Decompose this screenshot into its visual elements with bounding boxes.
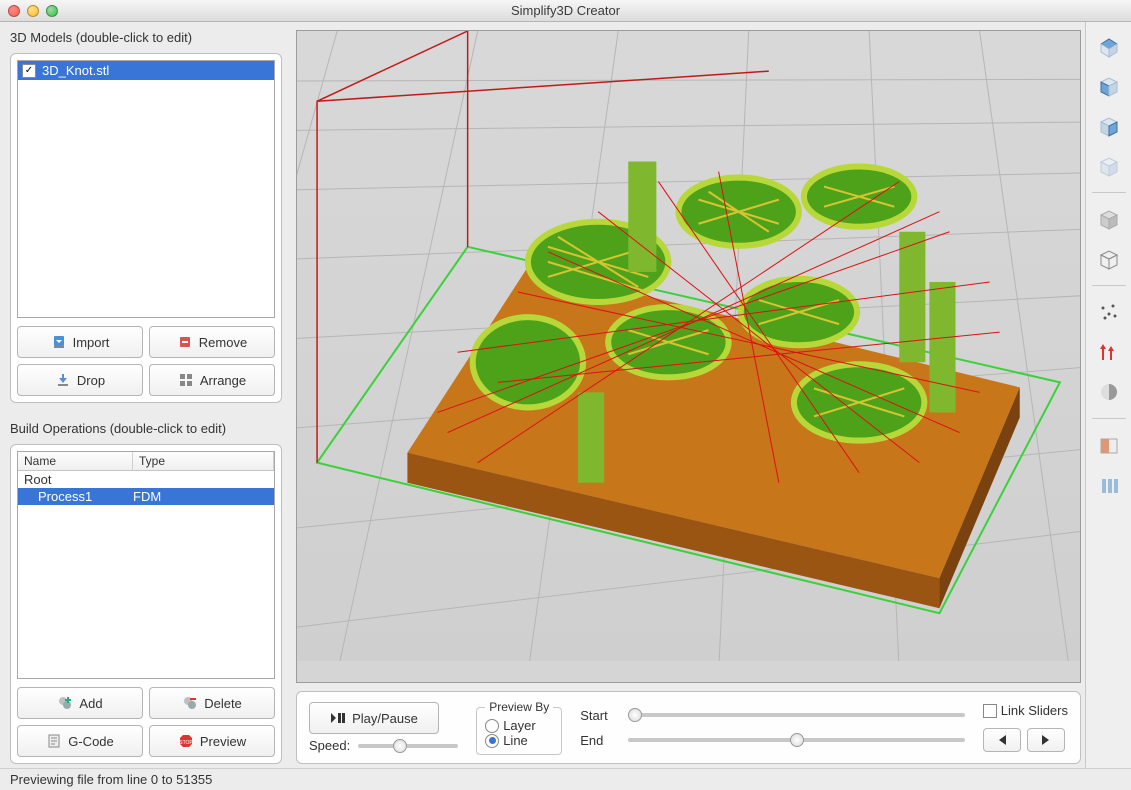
model-checkbox[interactable]: ✓	[22, 64, 36, 78]
col-type[interactable]: Type	[133, 452, 274, 470]
preview-controls: Play/Pause Speed: Preview By Layer Line	[296, 691, 1081, 764]
radio-layer[interactable]: Layer	[485, 718, 553, 733]
drop-button[interactable]: Drop	[17, 364, 143, 396]
end-label: End	[580, 733, 620, 748]
view-front-icon[interactable]	[1091, 68, 1127, 104]
ops-section-label: Build Operations (double-click to edit)	[10, 421, 282, 436]
drop-icon	[55, 372, 71, 388]
view-top-icon[interactable]	[1091, 28, 1127, 64]
start-label: Start	[580, 708, 620, 723]
svg-text:STOP: STOP	[179, 740, 193, 746]
link-sliders-checkbox[interactable]: Link Sliders	[983, 703, 1068, 718]
prev-button[interactable]	[983, 728, 1021, 752]
model-list-item[interactable]: ✓ 3D_Knot.stl	[18, 61, 274, 80]
view-solid-icon[interactable]	[1091, 201, 1127, 237]
remove-icon	[177, 334, 193, 350]
remove-button[interactable]: Remove	[149, 326, 275, 358]
points-icon[interactable]	[1091, 294, 1127, 330]
arrange-button[interactable]: Arrange	[149, 364, 275, 396]
col-name[interactable]: Name	[18, 452, 133, 470]
ops-row-process[interactable]: Process1 FDM	[18, 488, 274, 505]
view-wire-icon[interactable]	[1091, 241, 1127, 277]
models-list[interactable]: ✓ 3D_Knot.stl	[17, 60, 275, 318]
next-button[interactable]	[1027, 728, 1065, 752]
add-icon	[57, 695, 73, 711]
chevron-right-icon	[1040, 734, 1052, 746]
end-slider[interactable]	[628, 738, 965, 742]
speed-slider[interactable]	[358, 744, 458, 748]
checkbox-icon[interactable]	[983, 704, 997, 718]
import-button[interactable]: Import	[17, 326, 143, 358]
supports-icon[interactable]	[1091, 467, 1127, 503]
chevron-left-icon	[996, 734, 1008, 746]
toolbar-separator	[1092, 418, 1126, 419]
shade-icon[interactable]	[1091, 374, 1127, 410]
import-icon	[51, 334, 67, 350]
radio-line-input[interactable]	[485, 734, 499, 748]
toolbar-separator	[1092, 285, 1126, 286]
titlebar: Simplify3D Creator	[0, 0, 1131, 22]
radio-line[interactable]: Line	[485, 733, 553, 748]
gcode-icon	[46, 733, 62, 749]
ops-row-root[interactable]: Root	[18, 471, 274, 488]
speed-label: Speed:	[309, 738, 350, 753]
view-side-icon[interactable]	[1091, 108, 1127, 144]
section-icon[interactable]	[1091, 427, 1127, 463]
radio-layer-input[interactable]	[485, 719, 499, 733]
play-pause-button[interactable]: Play/Pause	[309, 702, 439, 734]
gcode-button[interactable]: G-Code	[17, 725, 143, 757]
stop-icon: STOP	[178, 733, 194, 749]
start-slider[interactable]	[628, 713, 965, 717]
add-button[interactable]: Add	[17, 687, 143, 719]
models-section-label: 3D Models (double-click to edit)	[10, 30, 282, 45]
preview-button[interactable]: STOP Preview	[149, 725, 275, 757]
status-text: Previewing file from line 0 to 51355	[10, 772, 212, 787]
play-pause-icon	[330, 712, 346, 724]
right-toolbar	[1085, 22, 1131, 768]
ops-table-header: Name Type	[18, 452, 274, 471]
normals-icon[interactable]	[1091, 334, 1127, 370]
status-bar: Previewing file from line 0 to 51355	[0, 768, 1131, 790]
view-iso-icon[interactable]	[1091, 148, 1127, 184]
window-title: Simplify3D Creator	[0, 3, 1131, 18]
model-name: 3D_Knot.stl	[42, 63, 109, 78]
ops-panel: Name Type Root Process1 FDM	[10, 444, 282, 764]
ops-table[interactable]: Name Type Root Process1 FDM	[17, 451, 275, 679]
delete-icon	[182, 695, 198, 711]
preview-by-group: Preview By Layer Line	[476, 700, 562, 755]
3d-viewport[interactable]	[296, 30, 1081, 683]
models-panel: ✓ 3D_Knot.stl Import Remove	[10, 53, 282, 403]
toolbar-separator	[1092, 192, 1126, 193]
arrange-icon	[178, 372, 194, 388]
delete-button[interactable]: Delete	[149, 687, 275, 719]
